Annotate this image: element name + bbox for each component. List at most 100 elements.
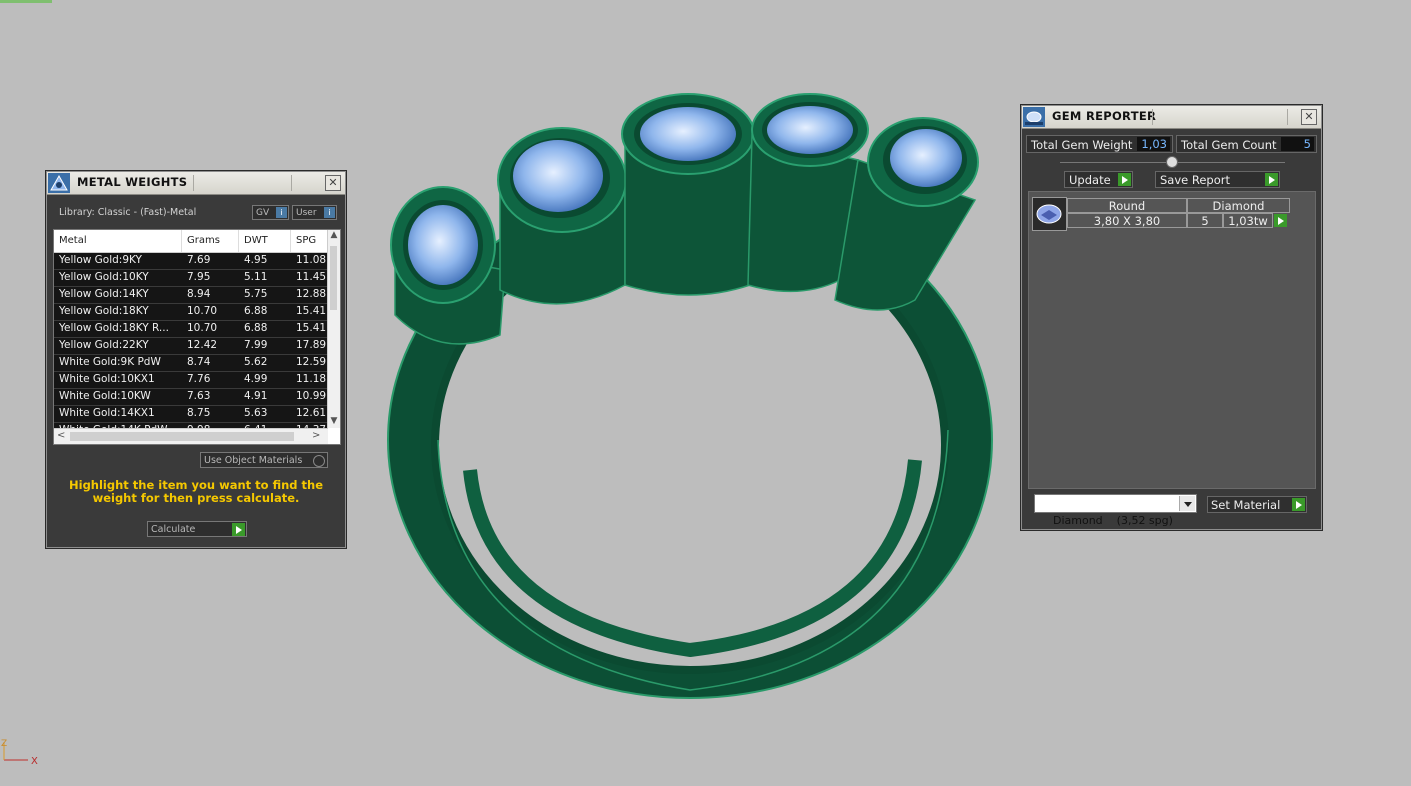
table-row[interactable]: White Gold:14KX1 8.75 5.63 12.61 [54, 406, 328, 423]
titlebar-separator [193, 175, 194, 191]
use-object-materials-label: Use Object Materials [204, 455, 303, 466]
table-row[interactable]: Yellow Gold:9KY 7.69 4.95 11.08 [54, 253, 328, 270]
dwt-cell: 5.63 [244, 407, 268, 419]
play-arrow-icon [1118, 173, 1131, 186]
gem-reporter-panel: GEM REPORTER ✕ Total Gem Weight 1,03 Tot… [1021, 105, 1322, 530]
total-gem-count-label: Total Gem Count [1181, 138, 1277, 152]
save-report-label: Save Report [1160, 173, 1231, 187]
spg-cell: 15.41 [296, 305, 327, 317]
gem-weight: 1,03tw [1223, 213, 1273, 228]
scroll-thumb[interactable] [70, 432, 294, 441]
gem-count: 5 [1187, 213, 1223, 228]
scroll-up-icon[interactable]: ▲ [328, 230, 340, 242]
total-gem-weight-value: 1,03 [1137, 137, 1170, 151]
close-button[interactable]: ✕ [325, 175, 341, 191]
grams-cell: 8.94 [187, 288, 211, 300]
dwt-cell: 7.99 [244, 339, 268, 351]
gem-reporter-icon [1023, 107, 1045, 127]
column-header-metal[interactable]: Metal [54, 230, 182, 252]
table-row[interactable]: Yellow Gold:22KY 12.42 7.99 17.89 [54, 338, 328, 355]
vertical-scrollbar[interactable]: ▲ ▼ [327, 230, 340, 428]
metal-cell: White Gold:10KW [59, 390, 151, 402]
titlebar-separator [1287, 109, 1288, 125]
metal-weights-titlebar[interactable]: METAL WEIGHTS ✕ [47, 172, 345, 195]
grams-cell: 7.63 [187, 390, 211, 402]
spg-cell: 11.45 [296, 271, 327, 283]
scroll-thumb[interactable] [330, 246, 337, 310]
gem-reporter-title: GEM REPORTER [1052, 109, 1157, 123]
total-gem-count: Total Gem Count 5 [1176, 135, 1317, 153]
panel-splitter-handle[interactable] [1166, 156, 1178, 168]
dwt-cell: 4.95 [244, 254, 268, 266]
table-row[interactable]: White Gold:10KW 7.63 4.91 10.99 [54, 389, 328, 406]
chevron-down-icon[interactable] [1179, 496, 1195, 511]
titlebar-separator [1152, 109, 1153, 125]
gem-details-arrow-icon[interactable] [1274, 214, 1287, 227]
close-button[interactable]: ✕ [1301, 109, 1317, 125]
axis-indicator: X Z [1, 739, 38, 767]
radio-icon [313, 455, 325, 467]
gem-size: 3,80 X 3,80 [1067, 213, 1187, 228]
gv-button[interactable]: GV i [252, 205, 289, 220]
table-row[interactable]: Yellow Gold:10KY 7.95 5.11 11.45 [54, 270, 328, 287]
dwt-cell: 5.75 [244, 288, 268, 300]
grams-cell: 12.42 [187, 339, 218, 351]
round-gem-icon [1032, 197, 1067, 231]
scroll-right-icon[interactable]: > [312, 430, 320, 441]
gem-reporter-titlebar[interactable]: GEM REPORTER ✕ [1022, 106, 1321, 129]
calculate-button[interactable]: Calculate [147, 521, 247, 537]
gem-list[interactable]: Round Diamond 3,80 X 3,80 5 1,03tw [1028, 191, 1316, 489]
play-arrow-icon [232, 523, 245, 536]
instruction-text: Highlight the item you want to find the … [69, 478, 323, 505]
column-header-spg[interactable]: SPG [291, 230, 328, 252]
metal-table[interactable]: Metal Grams DWT SPG Yellow Gold:9KY 7.69 4… [53, 229, 341, 445]
horizontal-scrollbar[interactable]: < > [54, 428, 328, 444]
metal-cell: Yellow Gold:14KY [59, 288, 149, 300]
total-gem-count-value: 5 [1281, 137, 1314, 151]
metal-cell: Yellow Gold:18KY [59, 305, 149, 317]
update-label: Update [1069, 173, 1111, 187]
total-gem-weight-label: Total Gem Weight [1031, 138, 1133, 152]
dwt-cell: 4.99 [244, 373, 268, 385]
spg-cell: 11.18 [296, 373, 327, 385]
grams-cell: 7.76 [187, 373, 211, 385]
grams-cell: 10.70 [187, 305, 218, 317]
grams-cell: 8.74 [187, 356, 211, 368]
gem-material: Diamond [1187, 198, 1290, 213]
set-material-label: Set Material [1211, 498, 1281, 512]
spg-cell: 12.59 [296, 356, 327, 368]
update-button[interactable]: Update [1064, 171, 1133, 188]
scroll-left-icon[interactable]: < [57, 430, 65, 441]
material-select[interactable]: Diamond (3,52 spg) [1034, 494, 1197, 527]
spg-cell: 12.61 [296, 407, 327, 419]
column-header-grams[interactable]: Grams [182, 230, 239, 252]
dwt-cell: 5.11 [244, 271, 268, 283]
spg-cell: 10.99 [296, 390, 327, 402]
table-row[interactable]: White Gold:10KX1 7.76 4.99 11.18 [54, 372, 328, 389]
spg-cell: 12.88 [296, 288, 327, 300]
gem-list-item[interactable]: Round Diamond 3,80 X 3,80 5 1,03tw [1032, 197, 1290, 231]
info-icon: i [324, 207, 335, 218]
close-icon: ✕ [1304, 110, 1314, 123]
dwt-cell: 6.88 [244, 322, 268, 334]
save-report-button[interactable]: Save Report [1155, 171, 1280, 188]
scroll-down-icon[interactable]: ▼ [328, 416, 340, 428]
metal-cell: Yellow Gold:22KY [59, 339, 149, 351]
metal-table-header: Metal Grams DWT SPG [54, 230, 328, 253]
play-arrow-icon [1292, 498, 1305, 511]
table-row[interactable]: White Gold:9K PdW 8.74 5.62 12.59 [54, 355, 328, 372]
metal-weights-icon [48, 173, 70, 193]
gem-shape: Round [1067, 198, 1187, 213]
grams-cell: 10.70 [187, 322, 218, 334]
grams-cell: 7.69 [187, 254, 211, 266]
table-row[interactable]: Yellow Gold:18KY 10.70 6.88 15.41 [54, 304, 328, 321]
table-row[interactable]: Yellow Gold:18KY R... 10.70 6.88 15.41 [54, 321, 328, 338]
set-material-button[interactable]: Set Material [1207, 496, 1307, 513]
metal-weights-panel: METAL WEIGHTS ✕ Library: Classic - (Fast… [46, 171, 346, 548]
table-row[interactable]: Yellow Gold:14KY 8.94 5.75 12.88 [54, 287, 328, 304]
metal-table-rows: Yellow Gold:9KY 7.69 4.95 11.08 Yellow Gold:… [54, 253, 328, 428]
close-icon: ✕ [328, 176, 338, 189]
user-button[interactable]: User i [292, 205, 337, 220]
column-header-dwt[interactable]: DWT [239, 230, 291, 252]
use-object-materials-toggle[interactable]: Use Object Materials [200, 452, 328, 468]
